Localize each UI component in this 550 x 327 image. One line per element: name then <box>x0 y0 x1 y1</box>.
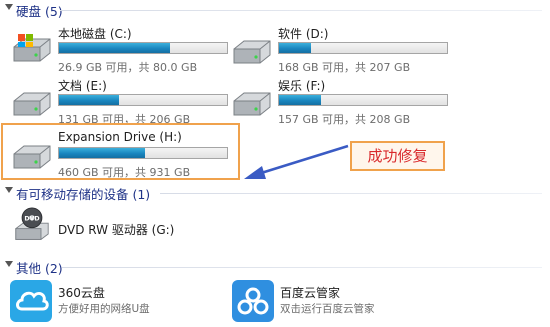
drive-free-space: 168 GB 可用，共 207 GB <box>278 61 411 74</box>
drive-usage-fill <box>59 95 120 105</box>
hard-drive-icon <box>13 92 51 116</box>
section-other[interactable]: 其他 (2) <box>0 257 550 277</box>
drive-c[interactable]: 本地磁盘 (C:) 26.9 GB 可用，共 80.0 GB <box>10 25 240 81</box>
drive-label: 娱乐 (F:) <box>278 79 326 93</box>
system-drive-icon <box>13 34 51 62</box>
annotation-callout: 成功修复 <box>350 141 445 171</box>
baidu-cloud-icon <box>232 280 274 322</box>
drive-usage-fill <box>59 43 170 53</box>
drive-free-space: 157 GB 可用，共 208 GB <box>278 113 411 126</box>
dvd-drive-icon: DVD <box>15 207 49 240</box>
collapse-arrow-icon[interactable] <box>5 4 13 10</box>
section-hard-disks[interactable]: 硬盘 (5) <box>0 0 550 20</box>
collapse-arrow-icon[interactable] <box>5 261 13 267</box>
hard-drive-icon <box>233 92 271 116</box>
drive-usage-bar <box>278 42 448 54</box>
hard-drive-icon <box>233 40 271 64</box>
drive-label: 本地磁盘 (C:) <box>58 27 132 41</box>
app-description: 方便好用的网络U盘 <box>58 303 150 315</box>
section-title: 其他 (2) <box>16 261 63 276</box>
drive-free-space: 26.9 GB 可用，共 80.0 GB <box>58 61 198 74</box>
drive-usage-fill <box>279 43 311 53</box>
section-divider <box>62 267 542 268</box>
drive-usage-bar <box>58 42 228 54</box>
app-baidu-cloud[interactable]: 百度云管家 双击运行百度云管家 <box>232 280 452 326</box>
app-360-cloud[interactable]: 360云盘 方便好用的网络U盘 <box>10 280 230 326</box>
section-divider <box>60 10 542 11</box>
dvd-badge: DVD <box>24 216 39 223</box>
dvd-drive-g[interactable]: DVD DVD RW 驱动器 (G:) <box>10 207 240 253</box>
section-title: 硬盘 (5) <box>16 4 63 19</box>
highlight-box <box>1 123 240 180</box>
section-removable-storage[interactable]: 有可移动存储的设备 (1) <box>0 183 550 203</box>
cloud-icon <box>10 280 52 322</box>
drive-usage-bar <box>58 94 228 106</box>
app-name: 360云盘 <box>58 286 105 300</box>
drive-usage-fill <box>279 95 321 105</box>
section-divider <box>160 193 542 194</box>
drive-d[interactable]: 软件 (D:) 168 GB 可用，共 207 GB <box>230 25 460 81</box>
app-description: 双击运行百度云管家 <box>280 303 375 315</box>
drive-usage-bar <box>278 94 448 106</box>
collapse-arrow-icon[interactable] <box>5 187 13 193</box>
app-name: 百度云管家 <box>280 286 341 300</box>
drive-label: DVD RW 驱动器 (G:) <box>58 223 175 237</box>
drive-f[interactable]: 娱乐 (F:) 157 GB 可用，共 208 GB <box>230 77 460 133</box>
section-title: 有可移动存储的设备 (1) <box>16 187 151 202</box>
annotation-arrow-icon <box>244 144 349 179</box>
drive-label: 文档 (E:) <box>58 79 107 93</box>
drive-label: 软件 (D:) <box>278 27 329 41</box>
